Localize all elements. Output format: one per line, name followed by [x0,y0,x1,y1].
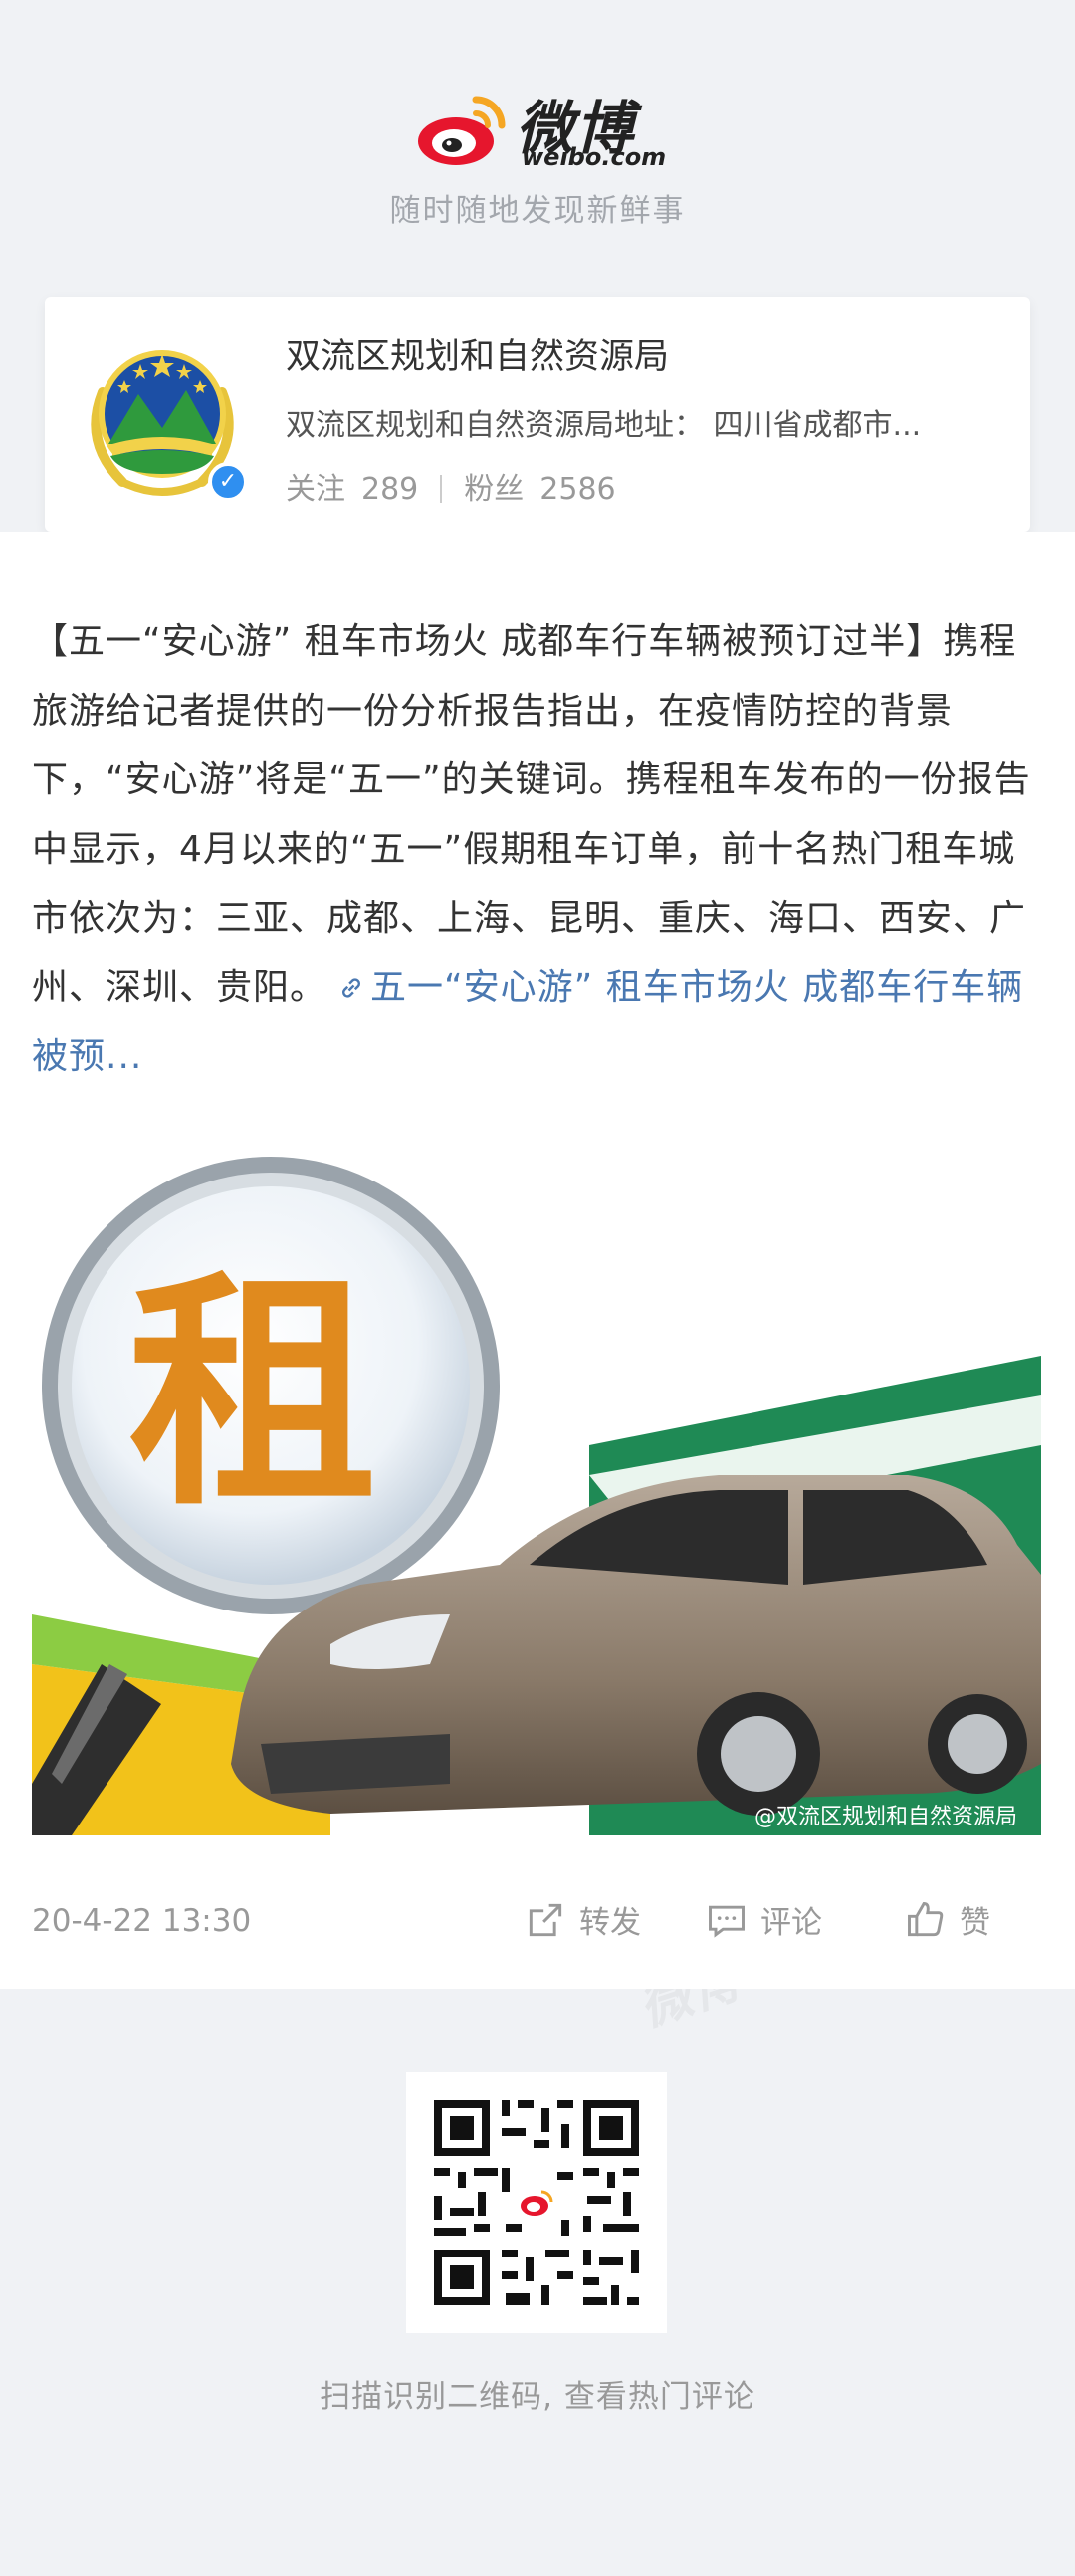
weibo-logo-icon [418,96,506,165]
car-rental-illustration: 租 @双流区规划和自然资源局 [32,1147,1041,1835]
comment-label: 评论 [760,1905,822,1941]
rent-character: 租 [128,1246,377,1539]
account-card[interactable]: ✓ 双流区规划和自然资源局 双流区规划和自然资源局地址： 四川省成都市... 关… [45,297,1030,532]
repost-icon [529,1903,562,1936]
like-label: 赞 [960,1905,990,1941]
qr-code-image [406,2072,667,2333]
stats-divider [440,475,443,503]
post-card: 【五一“安心游” 租车市场火 成都车行车辆被预订过半】携程旅游给记者提供的一份分… [0,532,1075,1989]
comment-icon [709,1905,745,1938]
followers-label: 粉丝 [464,472,525,507]
account-name[interactable]: 双流区规划和自然资源局 [286,328,669,379]
post-text: 【五一“安心游” 租车市场火 成都车行车辆被预订过半】携程旅游给记者提供的一份分… [32,621,1031,1008]
comment-button[interactable]: 评论 [705,1897,822,1942]
post-footer: 20-4-22 13:30 转发 评论 赞 [32,1897,1043,1947]
brand-name-en: weibo.com [522,143,667,171]
image-watermark: @双流区规划和自然资源局 [754,1805,1017,1829]
qr-caption: 扫描识别二维码, 查看热门评论 [320,2379,755,2415]
post-body: 【五一“安心游” 租车市场火 成都车行车辆被预订过半】携程旅游给记者提供的一份分… [32,607,1047,1092]
slogan: 随时随地发现新鲜事 [389,193,686,229]
post-image[interactable]: 租 @双流区规划和自然资源局 [32,1147,1041,1835]
account-stats: 关注 289 粉丝 2586 [286,464,616,508]
repost-button[interactable]: 转发 [524,1897,641,1942]
weibo-logo[interactable]: 微博 weibo.com [416,86,667,175]
qr-code[interactable] [406,2072,667,2333]
repost-label: 转发 [579,1905,641,1941]
following-count: 289 [361,472,419,507]
verified-badge-icon: ✓ [208,462,248,502]
following-label: 关注 [286,472,345,507]
followers-count: 2586 [539,472,616,507]
post-timestamp: 20-4-22 13:30 [32,1903,252,1939]
thumbs-up-icon [908,1901,944,1936]
account-description: 双流区规划和自然资源局地址： 四川省成都市... [286,408,922,443]
page-header: 微博 weibo.com 随时随地发现新鲜事 [0,0,1075,289]
link-icon [342,977,361,998]
like-button[interactable]: 赞 [904,1897,990,1942]
